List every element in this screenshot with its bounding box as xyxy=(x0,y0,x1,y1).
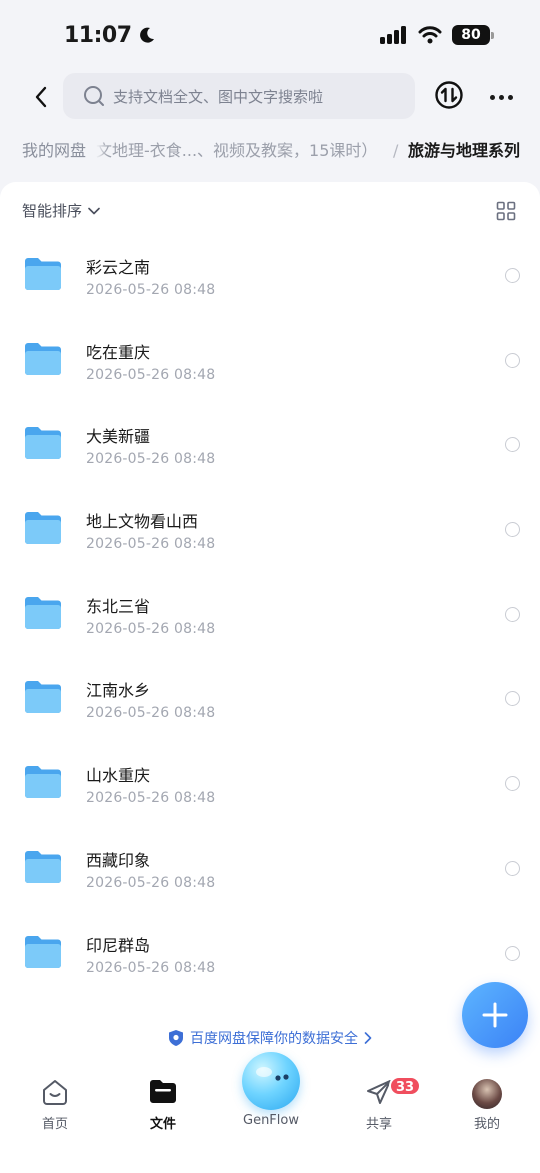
file-name: 彩云之南 xyxy=(86,258,151,277)
breadcrumb-root[interactable]: 我的网盘 xyxy=(12,135,97,167)
file-name: 大美新疆 xyxy=(86,427,151,447)
select-checkbox[interactable] xyxy=(505,352,520,368)
select-checkbox[interactable] xyxy=(505,691,520,707)
file-date: 2026-05-26 08:48 xyxy=(86,366,216,383)
file-name: 江南水乡 xyxy=(86,681,151,701)
folder-icon xyxy=(25,342,61,375)
share-badge: 33 xyxy=(389,1076,422,1096)
search-input[interactable]: 支持文档全文、图中文字搜索啦 xyxy=(63,73,415,119)
file-row[interactable]: 彩云之南 2026-05-26 08:48 xyxy=(0,230,540,315)
file-date: 2026-05-26 08:48 xyxy=(86,282,216,298)
select-checkbox[interactable] xyxy=(505,437,520,453)
file-date: 2026-05-26 08:48 xyxy=(86,536,216,553)
home-icon xyxy=(43,1080,67,1105)
battery-indicator: 80 xyxy=(452,25,494,45)
tab-home-label: 首页 xyxy=(41,1117,68,1132)
sort-dropdown[interactable]: 智能排序 xyxy=(22,200,100,221)
add-button[interactable] xyxy=(462,982,528,1048)
file-date: 2026-05-26 08:48 xyxy=(86,620,216,637)
sort-label: 智能排序 xyxy=(22,202,83,220)
file-name: 山水重庆 xyxy=(86,766,151,786)
folder-icon xyxy=(25,512,61,545)
security-text: 百度网盘保障你的数据安全 xyxy=(190,1031,358,1047)
tab-files-label: 文件 xyxy=(149,1117,176,1132)
folder-icon xyxy=(25,850,61,883)
folder-icon xyxy=(25,766,61,799)
wifi-icon xyxy=(418,26,442,44)
file-row[interactable]: 大美新疆 2026-05-26 08:48 xyxy=(0,399,540,484)
file-name: 印尼群岛 xyxy=(86,935,151,955)
tab-share-label: 共享 xyxy=(365,1117,392,1132)
select-checkbox[interactable] xyxy=(505,860,520,876)
file-row[interactable]: 地上文物看山西 2026-05-26 08:48 xyxy=(0,484,540,569)
file-date: 2026-05-26 08:48 xyxy=(86,959,216,976)
chevron-right-icon xyxy=(364,1032,372,1044)
more-button[interactable] xyxy=(486,82,516,112)
plus-icon xyxy=(482,1002,508,1028)
tab-mine-label: 我的 xyxy=(473,1117,500,1132)
grid-view-button[interactable] xyxy=(496,201,516,221)
folder-icon xyxy=(150,1080,176,1103)
folder-icon xyxy=(25,427,61,460)
file-row[interactable]: 山水重庆 2026-05-26 08:48 xyxy=(0,738,540,823)
chevron-down-icon xyxy=(88,207,100,214)
security-note[interactable]: 百度网盘保障你的数据安全 xyxy=(0,1028,540,1048)
tab-genflow[interactable]: GenFlow xyxy=(231,1068,311,1138)
file-row[interactable]: 印尼群岛 2026-05-26 08:48 xyxy=(0,908,540,993)
file-name: 东北三省 xyxy=(86,596,151,616)
more-icon xyxy=(489,94,495,100)
breadcrumb-middle[interactable]: 文地理-衣食...、视频及教案，15课时） xyxy=(96,135,377,167)
file-name: 吃在重庆 xyxy=(86,342,151,362)
moon-icon xyxy=(139,27,154,43)
select-checkbox[interactable] xyxy=(505,268,520,283)
file-name: 西藏印象 xyxy=(86,850,151,870)
breadcrumb-separator: / xyxy=(393,141,399,160)
search-icon xyxy=(84,86,104,106)
file-panel: 智能排序 彩云之南 2026-05-26 08:48 吃在重庆 2026-05-26 … xyxy=(0,182,540,1173)
shield-icon xyxy=(169,1030,183,1046)
select-checkbox[interactable] xyxy=(505,606,520,622)
select-checkbox[interactable] xyxy=(505,945,520,961)
file-date: 2026-05-26 08:48 xyxy=(86,874,216,891)
clock-text: 11:07 xyxy=(64,22,132,48)
signal-icon xyxy=(380,26,406,44)
file-row[interactable]: 西藏印象 2026-05-26 08:48 xyxy=(0,823,540,908)
tab-genflow-label: GenFlow xyxy=(243,1113,299,1128)
file-date: 2026-05-26 08:48 xyxy=(86,451,216,468)
chevron-left-icon xyxy=(35,86,47,108)
file-name: 地上文物看山西 xyxy=(86,512,199,532)
status-time: 11:07 xyxy=(64,23,156,48)
file-row[interactable]: 江南水乡 2026-05-26 08:48 xyxy=(0,653,540,738)
breadcrumb: 文地理-衣食...、视频及教案，15课时） 我的网盘 / 旅游与地理系列 xyxy=(0,132,540,170)
search-placeholder: 支持文档全文、图中文字搜索啦 xyxy=(113,87,324,106)
folder-icon xyxy=(25,258,61,290)
file-row[interactable]: 东北三省 2026-05-26 08:48 xyxy=(0,569,540,654)
file-date: 2026-05-26 08:48 xyxy=(86,790,216,807)
status-indicators: 80 xyxy=(380,25,494,45)
file-row[interactable]: 吃在重庆 2026-05-26 08:48 xyxy=(0,315,540,400)
select-checkbox[interactable] xyxy=(505,776,520,792)
top-nav: 支持文档全文、图中文字搜索啦 xyxy=(0,72,540,122)
folder-icon xyxy=(25,935,61,968)
status-bar: 11:07 80 xyxy=(0,0,540,70)
back-button[interactable] xyxy=(26,82,56,112)
breadcrumb-current: 旅游与地理系列 xyxy=(408,141,521,160)
transfer-icon xyxy=(435,81,463,109)
bottom-tab-bar: 首页 文件 GenFlow 共享 33 我的 xyxy=(0,1052,540,1173)
tab-files[interactable]: 文件 xyxy=(123,1068,203,1138)
folder-icon xyxy=(25,681,61,714)
tab-home[interactable]: 首页 xyxy=(15,1068,95,1138)
tab-mine[interactable]: 我的 xyxy=(447,1068,527,1138)
select-checkbox[interactable] xyxy=(505,522,520,538)
grid-view-icon xyxy=(496,201,516,221)
transfer-button[interactable] xyxy=(434,80,464,110)
file-list: 彩云之南 2026-05-26 08:48 吃在重庆 2026-05-26 08:48… xyxy=(0,230,540,992)
file-date: 2026-05-26 08:48 xyxy=(86,705,216,722)
folder-icon xyxy=(25,596,61,629)
